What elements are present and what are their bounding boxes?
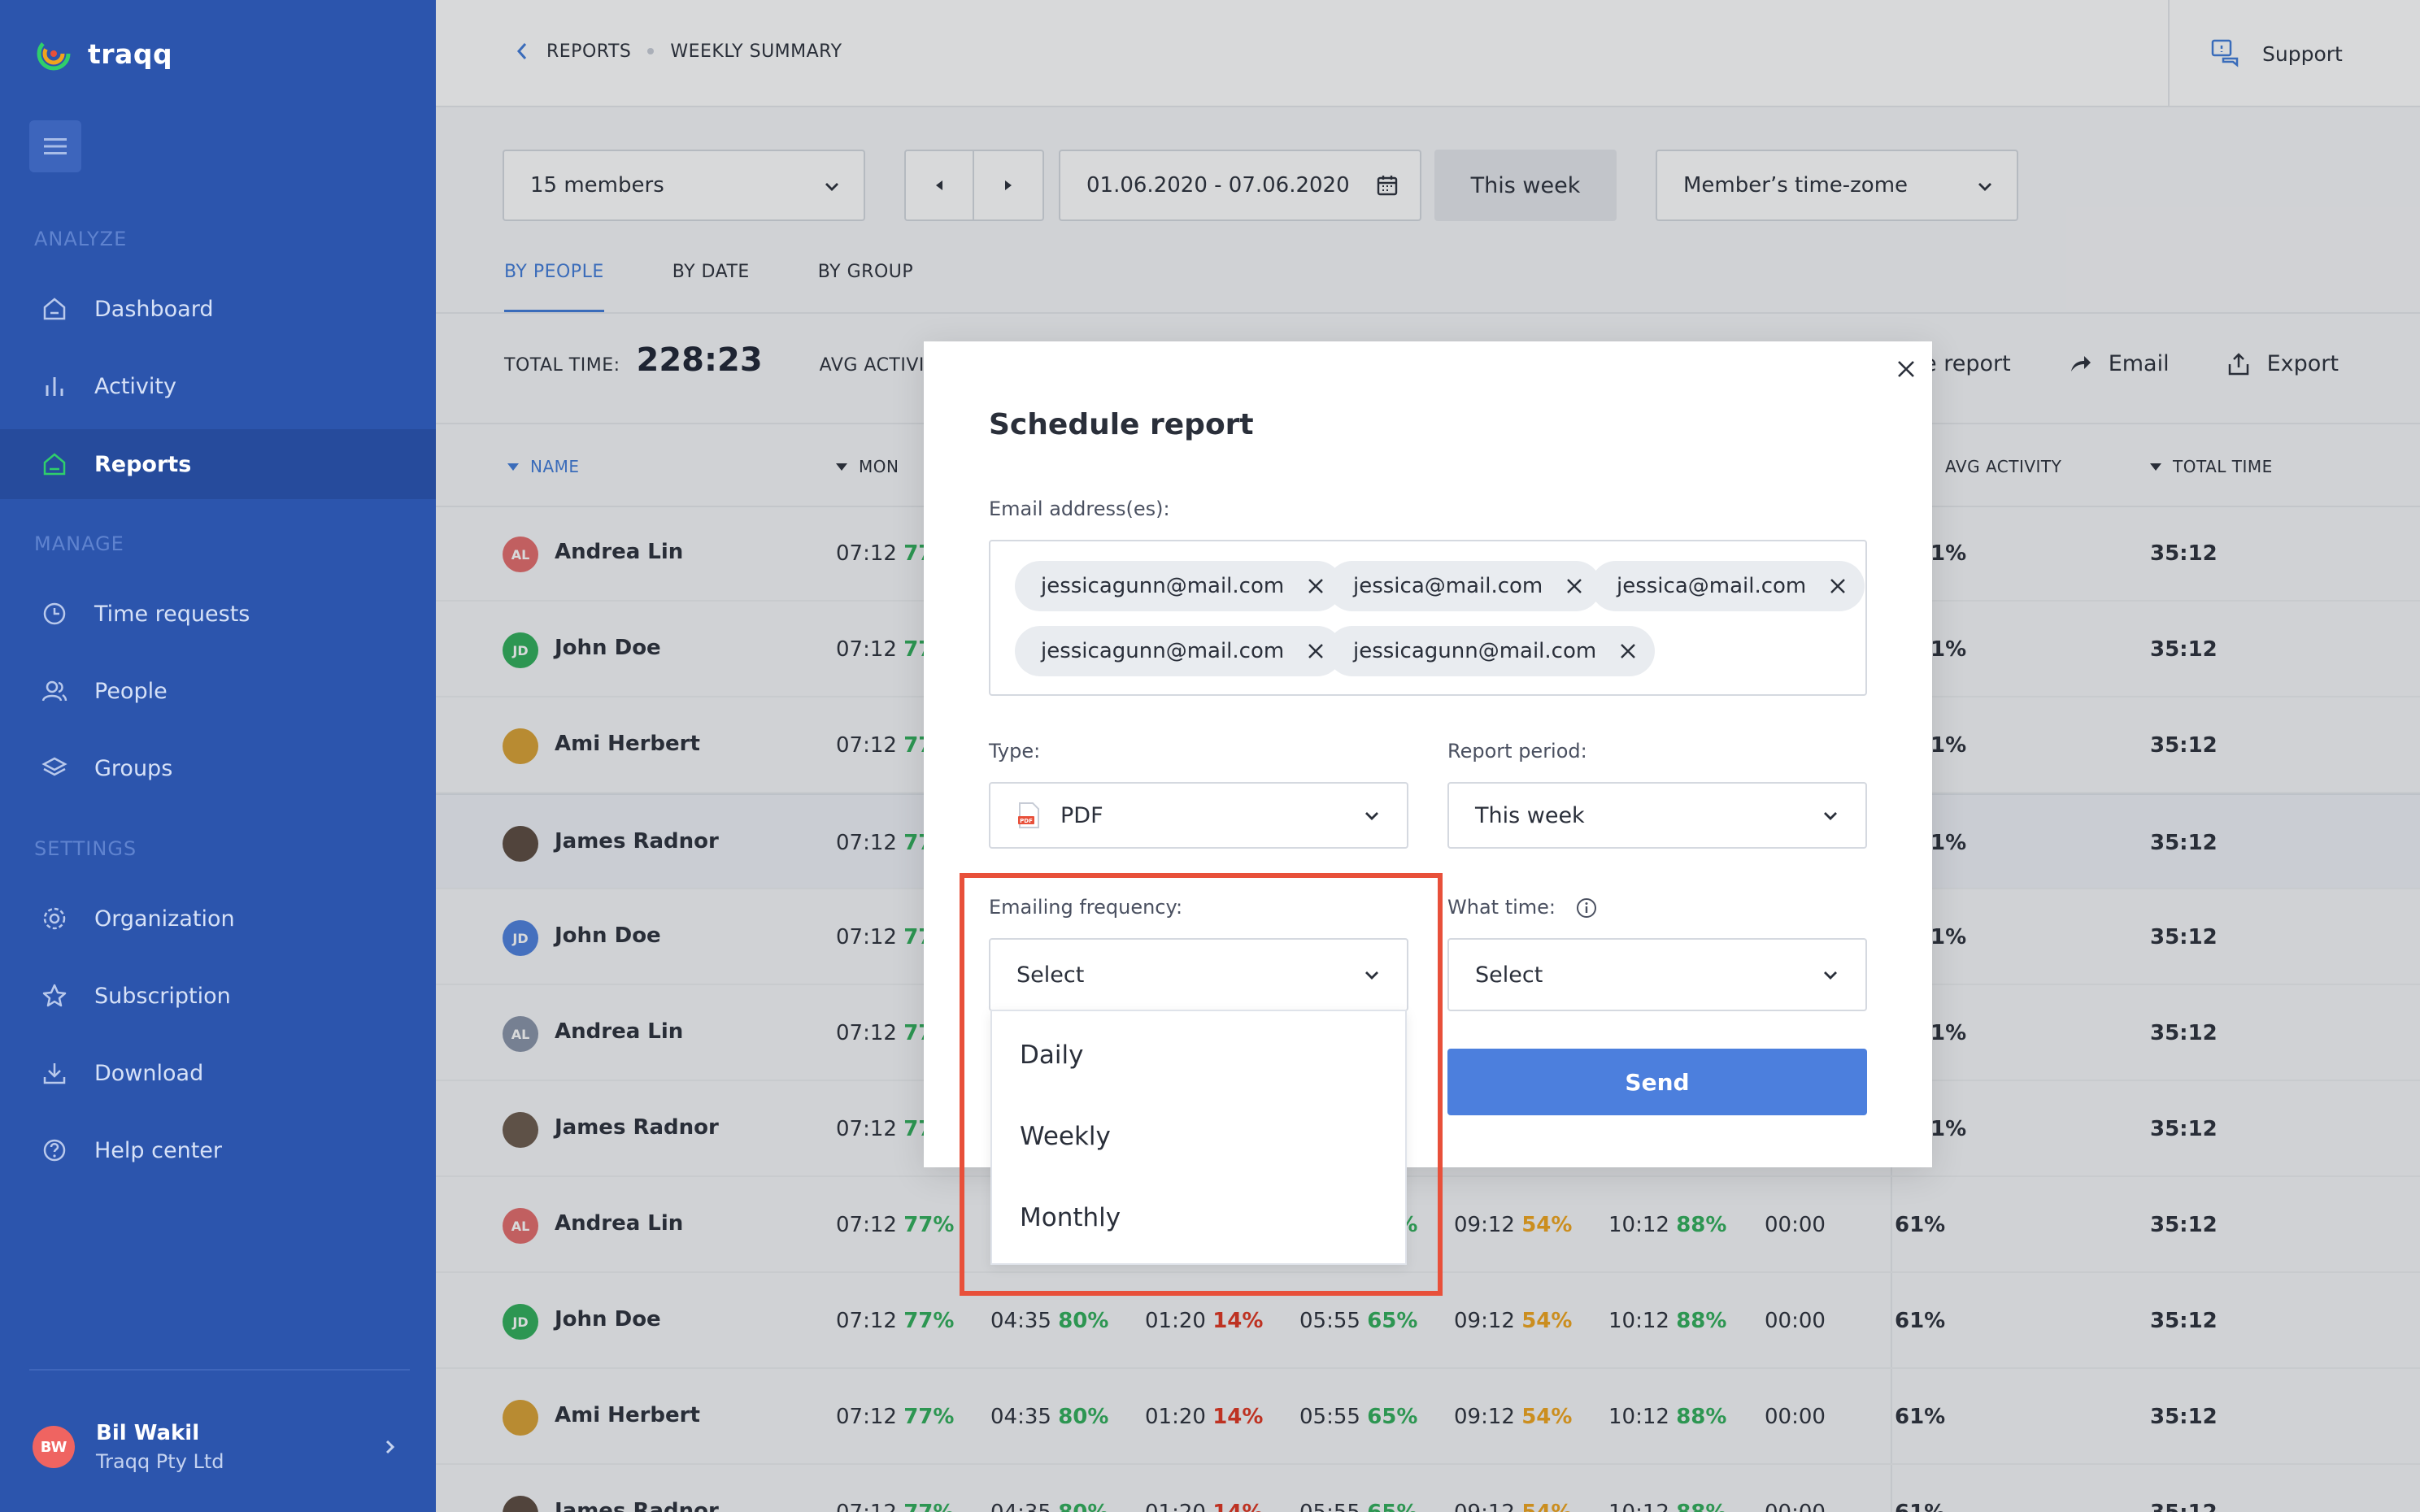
app-name: traqq [88,37,173,70]
user-name: Bil Wakil [96,1421,200,1445]
sidebar-divider [29,1369,410,1371]
sidebar-item-activity[interactable]: Activity [0,351,436,421]
logo[interactable]: traqq [34,34,172,73]
email-chip: jessica@mail.com [1327,561,1602,611]
sidebar-item-label: Groups [94,755,173,781]
sidebar-item-groups[interactable]: Groups [0,733,436,803]
clock-icon [43,602,66,625]
bar-chart-icon [46,377,63,396]
people-icon [41,680,67,702]
email-chip-text: jessicagunn@mail.com [1041,574,1285,598]
modal-title: Schedule report [989,408,1254,441]
sidebar-item-label: Organization [94,906,235,932]
remove-chip-icon[interactable] [1619,642,1637,660]
section-settings: SETTINGS [34,837,137,860]
email-chip: jessicagunn@mail.com [1015,626,1343,676]
star-icon [42,984,67,1007]
menu-toggle-button[interactable] [29,120,81,172]
sidebar: traqq ANALYZE Dashboard Activity Reports… [0,0,436,1512]
chevron-down-icon [1824,812,1837,820]
sidebar-item-reports[interactable]: Reports [0,429,436,499]
email-field-label: Email address(es): [989,497,1170,520]
sidebar-item-label: Time requests [94,601,250,627]
report-period-select[interactable]: This week [1447,782,1867,849]
email-chip-text: jessica@mail.com [1617,574,1807,598]
sidebar-item-label: Download [94,1060,204,1086]
what-time-value: Select [1475,962,1543,988]
report-period-value: This week [1475,802,1585,828]
remove-chip-icon[interactable] [1829,577,1847,595]
chevron-right-icon [385,1440,395,1454]
chevron-down-icon [1365,812,1378,820]
highlight-annotation-box [960,873,1443,1296]
type-label: Type: [989,740,1041,763]
report-period-label: Report period: [1447,740,1587,763]
help-icon [43,1139,66,1162]
remove-chip-icon[interactable] [1307,642,1325,660]
email-chip-text: jessicagunn@mail.com [1353,639,1597,663]
email-chip: jessicagunn@mail.com [1327,626,1656,676]
email-chip-text: jessicagunn@mail.com [1041,639,1285,663]
close-icon[interactable] [1893,356,1919,382]
user-company: Traqq Pty Ltd [96,1450,224,1473]
email-chip: jessicagunn@mail.com [1015,561,1343,611]
email-chip: jessica@mail.com [1591,561,1865,611]
sidebar-item-label: Dashboard [94,296,214,322]
hamburger-icon [44,138,67,154]
email-chips-field[interactable]: jessicagunn@mail.com jessica@mail.com je… [989,540,1867,696]
home-icon [43,298,66,320]
send-button[interactable]: Send [1447,1049,1867,1115]
sidebar-item-download[interactable]: Download [0,1038,436,1108]
report-icon [43,453,66,476]
sidebar-item-subscription[interactable]: Subscription [0,961,436,1031]
what-time-select[interactable]: Select [1447,938,1867,1011]
sidebar-item-label: Subscription [94,983,231,1009]
email-chip-text: jessica@mail.com [1353,574,1543,598]
sidebar-item-label: Reports [94,451,192,477]
sidebar-item-help-center[interactable]: Help center [0,1115,436,1185]
sidebar-item-people[interactable]: People [0,656,436,726]
remove-chip-icon[interactable] [1307,577,1325,595]
type-value: PDF [1060,802,1103,828]
sidebar-item-time-requests[interactable]: Time requests [0,579,436,649]
sidebar-item-label: Help center [94,1137,223,1163]
gear-icon [43,907,66,930]
download-icon [43,1063,66,1084]
sidebar-item-dashboard[interactable]: Dashboard [0,274,436,344]
traqq-logo-icon [37,37,71,71]
what-time-label-text: What time: [1447,896,1556,919]
what-time-label: What time: [1447,896,1598,919]
type-select[interactable]: PDF PDF [989,782,1408,849]
section-analyze: ANALYZE [34,228,128,250]
sidebar-item-label: People [94,678,168,704]
svg-text:PDF: PDF [1020,818,1033,824]
remove-chip-icon[interactable] [1565,577,1583,595]
avatar: BW [33,1426,75,1468]
info-icon[interactable] [1575,897,1598,919]
pdf-file-icon: PDF [1018,802,1039,828]
layers-icon [41,757,67,776]
chevron-down-icon [1824,971,1837,980]
sidebar-item-label: Activity [94,373,176,399]
user-profile[interactable]: BW Bil Wakil Traqq Pty Ltd [33,1414,407,1479]
sidebar-item-organization[interactable]: Organization [0,884,436,954]
section-manage: MANAGE [34,532,124,555]
